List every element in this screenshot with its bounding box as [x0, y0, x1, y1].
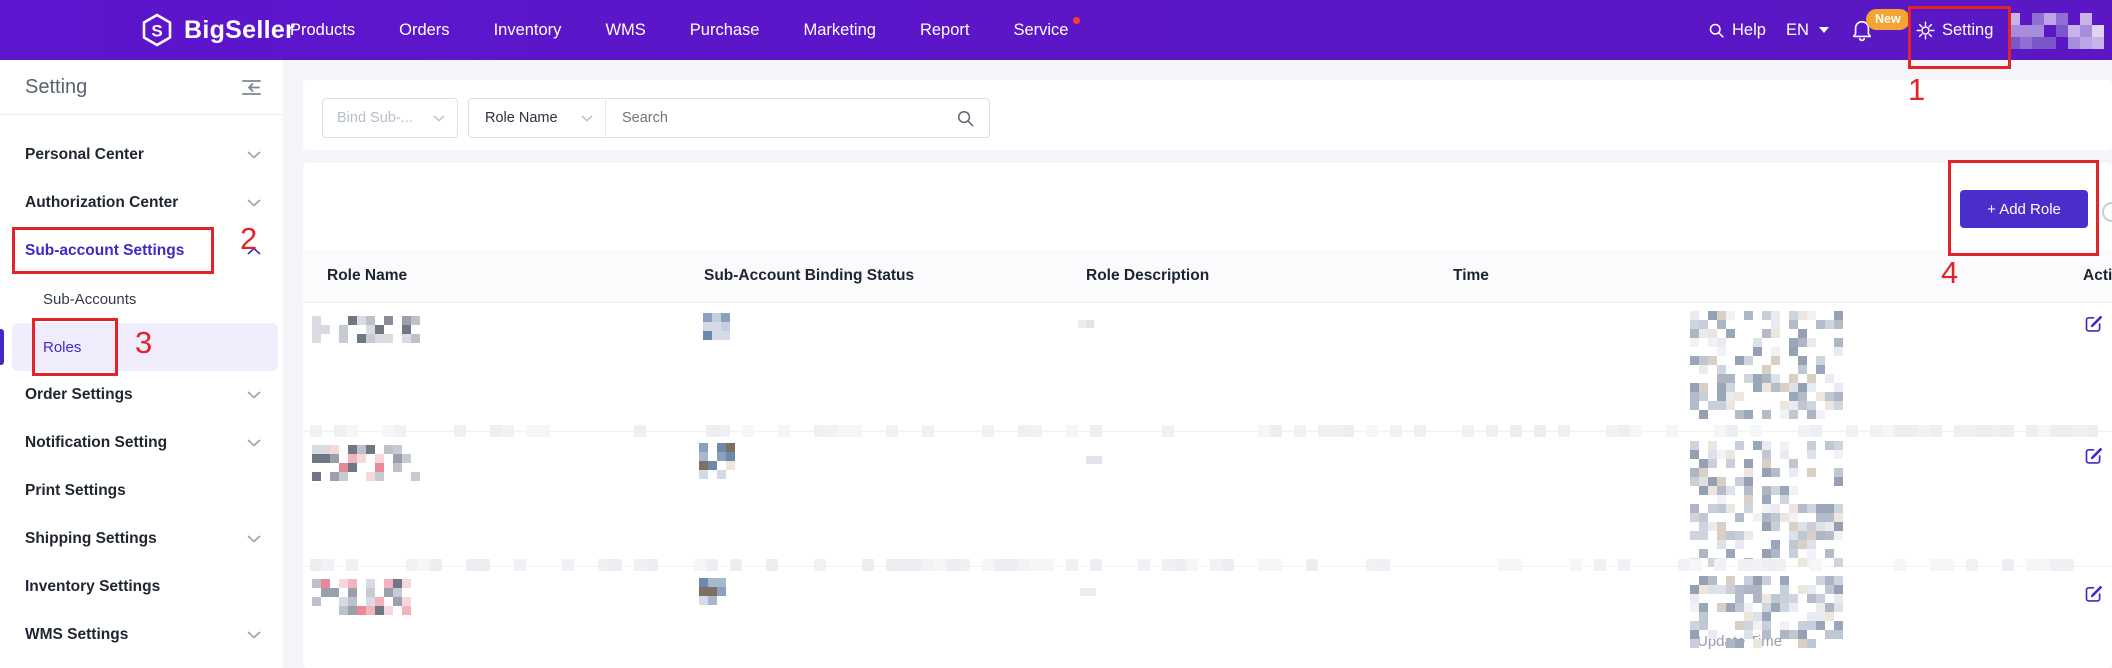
redacted-binding-row2 [699, 443, 735, 479]
filter-bar: Bind Sub-... Role Name [303, 80, 2112, 150]
sidebar-item-notification-setting[interactable]: Notification Setting [0, 419, 283, 467]
svg-text:S: S [151, 22, 162, 41]
collapse-sidebar-icon[interactable] [241, 79, 262, 101]
sidebar-item-roles[interactable]: Roles [12, 323, 278, 371]
sidebar-header: Setting [0, 60, 283, 115]
sidebar-item-inventory-settings[interactable]: Inventory Settings [0, 563, 283, 611]
redacted-binding-row3 [699, 578, 726, 605]
redacted-row-boundary [310, 425, 2098, 437]
settings-sidebar: Setting Personal Center Authorization Ce… [0, 60, 283, 668]
redacted-row-boundary [310, 559, 2098, 571]
search-input-group: Role Name [468, 98, 990, 138]
nav-menu: Products Orders Inventory WMS Purchase M… [290, 0, 1069, 60]
chevron-down-icon [247, 439, 261, 447]
new-badge: New [1866, 9, 1910, 30]
chevron-down-icon [247, 151, 261, 159]
sidebar-item-personal-center[interactable]: Personal Center [0, 131, 283, 179]
redacted-binding-row1 [703, 313, 730, 340]
edit-role-button[interactable] [2083, 313, 2104, 339]
redacted-description-row2 [1086, 456, 1102, 464]
column-binding-status: Sub-Account Binding Status [704, 250, 914, 302]
redacted-time-row2 [1690, 441, 1843, 567]
search-type-select[interactable]: Role Name [469, 99, 606, 137]
search-icon [1708, 22, 1725, 39]
nav-item-products[interactable]: Products [290, 21, 355, 40]
redacted-time-row1 [1690, 311, 1843, 419]
gear-icon [1916, 21, 1935, 40]
red-dot-icon [1073, 17, 1080, 24]
redacted-role-name-row3 [312, 579, 411, 615]
nav-item-purchase[interactable]: Purchase [690, 21, 760, 40]
nav-item-inventory[interactable]: Inventory [494, 21, 562, 40]
nav-item-report[interactable]: Report [920, 21, 970, 40]
sidebar-title: Setting [25, 76, 87, 99]
edit-role-button[interactable] [2083, 445, 2104, 471]
brand-name: BigSeller [184, 16, 295, 45]
notifications-button[interactable] [1851, 0, 1873, 60]
active-item-indicator [0, 329, 4, 365]
chevron-down-icon [247, 631, 261, 639]
help-button[interactable]: Help [1708, 0, 1766, 60]
sidebar-item-shipping-settings[interactable]: Shipping Settings [0, 515, 283, 563]
top-nav-bar: S BigSeller Products Orders Inventory WM… [0, 0, 2112, 60]
add-role-button[interactable]: + Add Role [1960, 190, 2088, 228]
logo-icon: S [140, 13, 174, 47]
chevron-down-icon [433, 115, 445, 122]
column-role-description: Role Description [1086, 250, 1209, 302]
redacted-role-name-row1 [312, 316, 420, 343]
chevron-down-icon [581, 115, 593, 122]
sidebar-item-wms-settings[interactable]: WMS Settings [0, 611, 283, 659]
sidebar-item-authorization-center[interactable]: Authorization Center [0, 179, 283, 227]
redacted-description-row3 [1080, 588, 1096, 596]
redacted-time-row3 [1690, 576, 1843, 648]
chevron-down-icon [247, 535, 261, 543]
redacted-role-name-row2 [312, 445, 420, 481]
redacted-description-row1 [1078, 320, 1094, 328]
chevron-down-icon [247, 391, 261, 399]
search-input[interactable] [606, 99, 956, 137]
sidebar-item-print-settings[interactable]: Print Settings [0, 467, 283, 515]
chevron-up-icon [247, 247, 261, 255]
column-role-name: Role Name [327, 250, 407, 302]
column-action: Action [2083, 250, 2112, 302]
sidebar-menu: Personal Center Authorization Center Sub… [0, 131, 283, 659]
column-time: Time [1453, 250, 1489, 302]
question-circle-icon[interactable] [2102, 202, 2112, 222]
bind-sub-account-select[interactable]: Bind Sub-... [322, 98, 458, 138]
chevron-down-icon [247, 199, 261, 207]
nav-item-marketing[interactable]: Marketing [803, 21, 875, 40]
sidebar-item-sub-account-settings[interactable]: Sub-account Settings [0, 227, 283, 275]
nav-item-orders[interactable]: Orders [399, 21, 449, 40]
magnifier-icon[interactable] [956, 109, 989, 128]
table-header: Role Name Sub-Account Binding Status Rol… [303, 250, 2112, 303]
nav-item-wms[interactable]: WMS [605, 21, 645, 40]
language-selector[interactable]: EN [1786, 0, 1829, 60]
user-account-redacted[interactable] [2008, 13, 2104, 49]
brand-logo[interactable]: S BigSeller [140, 0, 295, 60]
app-window: S BigSeller Products Orders Inventory WM… [0, 0, 2112, 668]
setting-nav-button[interactable]: Setting [1916, 0, 1993, 60]
sidebar-item-order-settings[interactable]: Order Settings [0, 371, 283, 419]
caret-down-icon [1819, 27, 1829, 33]
nav-item-service[interactable]: Service [1013, 21, 1068, 40]
sidebar-item-sub-accounts[interactable]: Sub-Accounts [0, 275, 283, 323]
edit-role-button[interactable] [2083, 583, 2104, 609]
